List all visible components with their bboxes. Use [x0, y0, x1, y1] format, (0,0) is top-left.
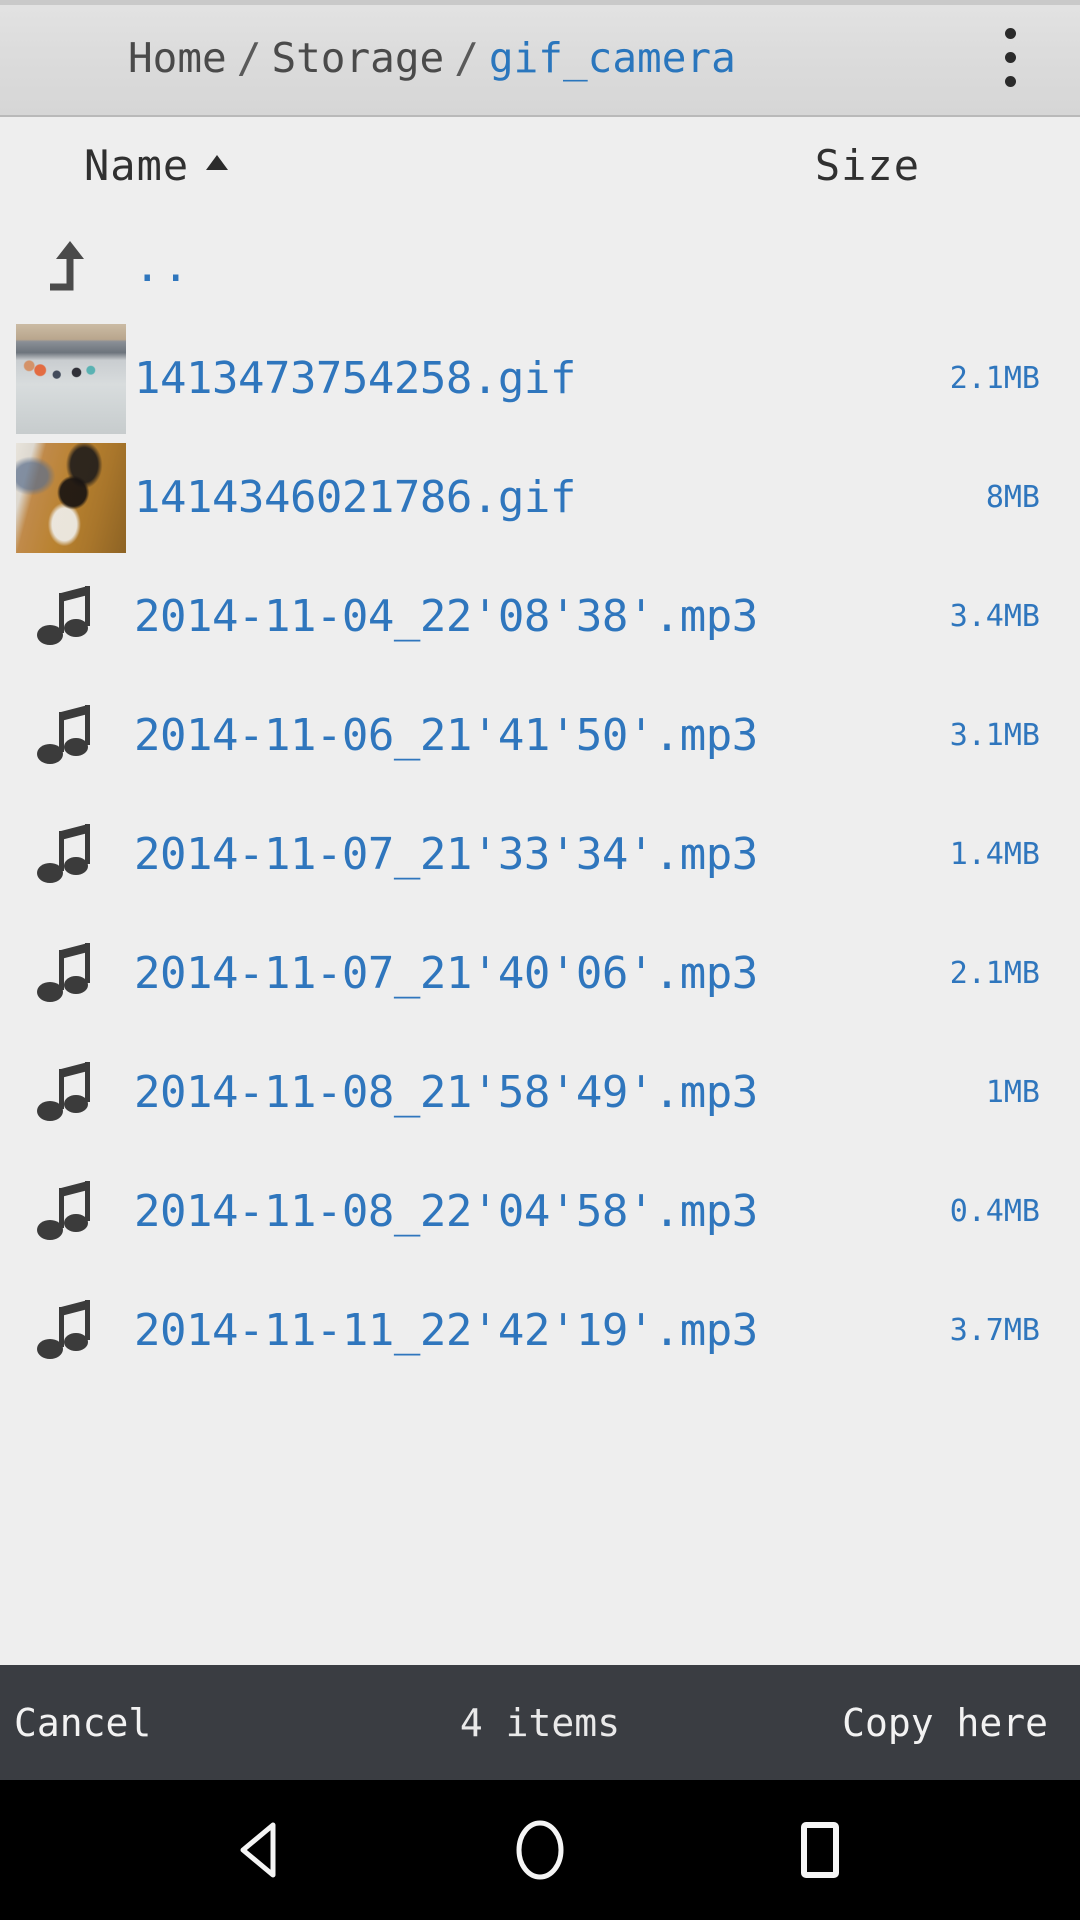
music-note-icon	[36, 1298, 98, 1364]
file-size: 2.1MB	[949, 361, 1040, 396]
icon-cell	[0, 1033, 134, 1152]
list-item[interactable]: 2014-11-07_21'33'34'.mp3 1.4MB	[0, 795, 1080, 914]
breadcrumb-item-current[interactable]: gif_camera	[489, 34, 736, 82]
overflow-dot	[1004, 28, 1016, 39]
icon-cell	[0, 914, 134, 1033]
icon-cell	[0, 1271, 134, 1390]
file-name: 1414346021786.gif	[134, 472, 576, 523]
icon-cell	[0, 214, 134, 319]
file-manager-screen: Home / Storage / gif_camera Name Size ..…	[0, 0, 1080, 1920]
column-header-size[interactable]: Size	[815, 141, 920, 190]
breadcrumb-separator: /	[454, 33, 479, 82]
copy-here-button[interactable]: Copy here	[842, 1701, 1048, 1745]
file-size: 3.1MB	[949, 718, 1040, 753]
file-size: 1.4MB	[949, 837, 1040, 872]
file-name: 2014-11-06_21'41'50'.mp3	[134, 710, 758, 761]
list-item[interactable]: 1414346021786.gif 8MB	[0, 438, 1080, 557]
breadcrumb-item-storage[interactable]: Storage	[271, 34, 444, 82]
system-navigation-bar	[0, 1780, 1080, 1920]
file-list[interactable]: .. 1413473754258.gif 2.1MB 1414346021786…	[0, 214, 1080, 1665]
icon-cell	[0, 795, 134, 914]
breadcrumb-separator: /	[236, 33, 262, 82]
arrow-up-parent-icon	[40, 237, 94, 297]
list-item[interactable]: 2014-11-08_21'58'49'.mp3 1MB	[0, 1033, 1080, 1152]
file-name: 2014-11-08_22'04'58'.mp3	[134, 1186, 758, 1237]
overflow-dot	[1004, 76, 1016, 87]
breadcrumb-item-home[interactable]: Home	[128, 34, 227, 82]
icon-cell	[0, 319, 134, 438]
list-item[interactable]: 2014-11-04_22'08'38'.mp3 3.4MB	[0, 557, 1080, 676]
image-thumbnail	[16, 323, 126, 434]
file-size: 1MB	[985, 1075, 1040, 1110]
item-count-label: 4 items	[459, 1700, 621, 1745]
home-circle-icon[interactable]	[480, 1790, 600, 1910]
file-name: 2014-11-04_22'08'38'.mp3	[134, 591, 758, 642]
icon-cell	[0, 557, 134, 676]
column-header-name-label: Name	[84, 141, 190, 190]
breadcrumb: Home / Storage / gif_camera	[128, 34, 736, 82]
list-item-parent-directory[interactable]: ..	[0, 214, 1080, 319]
icon-cell	[0, 676, 134, 795]
back-triangle-icon[interactable]	[200, 1790, 320, 1910]
icon-cell	[0, 438, 134, 557]
file-name: 1413473754258.gif	[134, 353, 576, 404]
list-item[interactable]: 1413473754258.gif 2.1MB	[0, 319, 1080, 438]
music-note-icon	[36, 941, 98, 1007]
file-size: 8MB	[985, 480, 1040, 515]
list-item[interactable]: 2014-11-07_21'40'06'.mp3 2.1MB	[0, 914, 1080, 1033]
cancel-button[interactable]: Cancel	[14, 1701, 151, 1745]
image-thumbnail	[16, 442, 126, 553]
list-item-label: ..	[134, 241, 191, 292]
file-name: 2014-11-07_21'40'06'.mp3	[134, 948, 758, 999]
overflow-menu-icon[interactable]	[970, 0, 1050, 115]
column-header-name[interactable]: Name	[84, 141, 229, 190]
music-note-icon	[36, 703, 98, 769]
file-size: 3.7MB	[949, 1313, 1040, 1348]
list-item[interactable]: 2014-11-06_21'41'50'.mp3 3.1MB	[0, 676, 1080, 795]
column-header-row: Name Size	[0, 117, 1080, 214]
music-note-icon	[36, 584, 98, 650]
file-name: 2014-11-11_22'42'19'.mp3	[134, 1305, 758, 1356]
recents-square-icon[interactable]	[760, 1790, 880, 1910]
file-size: 0.4MB	[949, 1194, 1040, 1229]
icon-cell	[0, 1152, 134, 1271]
list-item[interactable]: 2014-11-08_22'04'58'.mp3 0.4MB	[0, 1152, 1080, 1271]
music-note-icon	[36, 822, 98, 888]
list-item[interactable]: 2014-11-11_22'42'19'.mp3 3.7MB	[0, 1271, 1080, 1390]
music-note-icon	[36, 1179, 98, 1245]
overflow-dot	[1004, 52, 1016, 63]
bottom-action-bar: Cancel 4 items Copy here	[0, 1665, 1080, 1780]
file-size: 2.1MB	[949, 956, 1040, 991]
file-name: 2014-11-07_21'33'34'.mp3	[134, 829, 758, 880]
file-name: 2014-11-08_21'58'49'.mp3	[134, 1067, 758, 1118]
file-size: 3.4MB	[949, 599, 1040, 634]
sort-ascending-icon	[206, 155, 229, 170]
top-app-bar: Home / Storage / gif_camera	[0, 0, 1080, 117]
music-note-icon	[36, 1060, 98, 1126]
